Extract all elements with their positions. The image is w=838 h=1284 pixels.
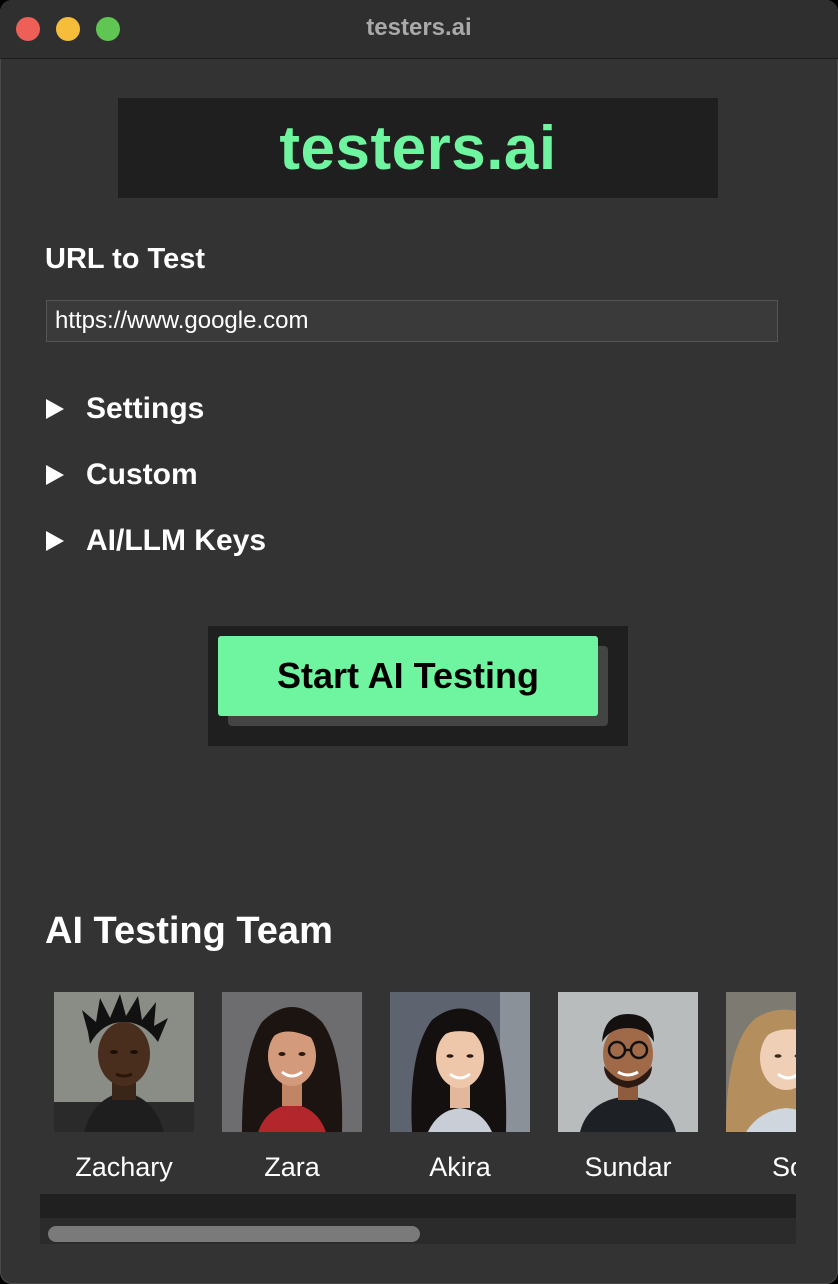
avatar-photo [726,992,796,1132]
team-title: AI Testing Team [45,910,333,952]
ai-llm-keys-section-toggle[interactable]: AI/LLM Keys [46,524,266,558]
url-label: URL to Test [45,243,206,275]
team-member-card[interactable]: Zara [222,992,362,1182]
avatar-photo [390,992,530,1132]
logo-text: testers.ai [279,113,557,183]
team-member-card[interactable]: Sop [726,992,796,1182]
settings-section-label: Settings [86,392,205,425]
window-title: testers.ai [366,14,472,41]
avatar-photo [558,992,698,1132]
url-input[interactable] [46,300,778,342]
custom-section-toggle[interactable]: Custom [46,458,198,492]
expand-triangle-icon [46,465,64,485]
team-member-name: Zachary [75,1152,173,1182]
avatar-photo [54,992,194,1132]
horizontal-scrollbar-thumb[interactable] [48,1226,420,1242]
team-member-name: Zara [264,1152,320,1182]
carousel-footer-band [40,1194,796,1218]
team-member-card[interactable]: Zachary [54,992,194,1182]
team-member-name: Sundar [584,1152,672,1182]
expand-triangle-icon [46,399,64,419]
settings-section-toggle[interactable]: Settings [46,392,204,426]
app-window: testers.ai testers.ai URL to Test Settin… [0,0,838,1284]
ai-llm-keys-section-label: AI/LLM Keys [86,524,267,557]
expand-triangle-icon [46,531,64,551]
team-member-name: Sop [771,1152,796,1182]
avatar-photo [222,992,362,1132]
team-carousel[interactable]: Zachary Zara Akira Sundar S [40,992,796,1192]
logo-banner: testers.ai [118,98,718,198]
team-member-name: Akira [429,1152,491,1182]
start-ai-testing-button[interactable]: Start AI Testing [218,636,598,716]
team-member-card[interactable]: Akira [390,992,530,1182]
title-bar[interactable]: testers.ai [0,0,838,59]
team-member-card[interactable]: Sundar [558,992,698,1182]
custom-section-label: Custom [86,458,198,491]
